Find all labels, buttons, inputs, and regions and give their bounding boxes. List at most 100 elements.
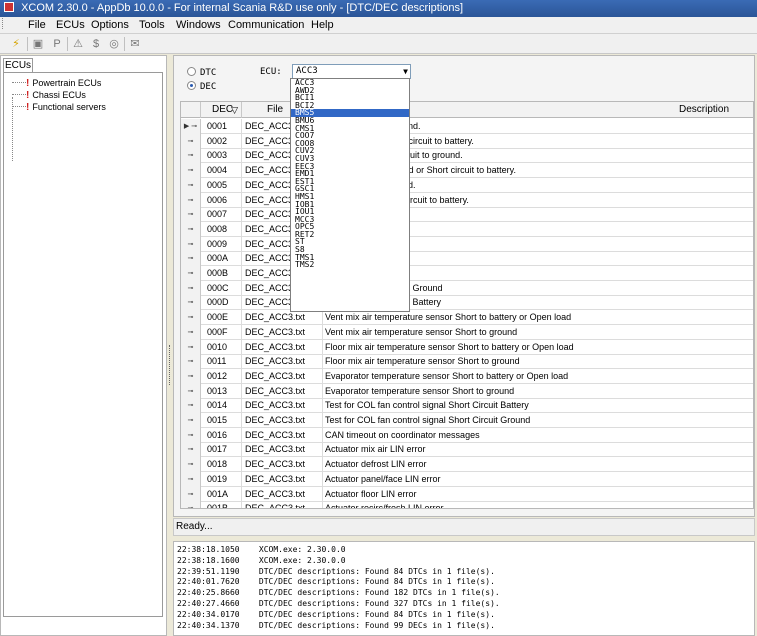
ecu-option[interactable]: GSC1 — [291, 185, 409, 193]
table-row[interactable]: ⊸000CDEC_ACC3.txtol signal Short Circuit… — [181, 280, 753, 296]
tab-ecus[interactable]: ECUs — [3, 58, 33, 72]
row-link-icon[interactable]: ⊸ — [181, 427, 201, 443]
filter-icon[interactable]: ▽ — [231, 102, 238, 118]
ecu-option[interactable]: CMS1 — [291, 125, 409, 133]
table-row[interactable]: ⊸0007DEC_ACC3.txts error. — [181, 207, 753, 223]
row-link-icon[interactable]: ⊸ — [181, 266, 201, 281]
table-row[interactable]: ⊸ 0018 DEC_ACC3.txt Actuator defrost LIN er… — [181, 457, 753, 473]
menu-windows[interactable]: Windows — [176, 18, 221, 33]
ecu-option[interactable]: BMU6 — [291, 117, 409, 125]
row-link-icon[interactable]: ⊸ — [181, 324, 201, 340]
ecu-option[interactable]: EMD1 — [291, 170, 409, 178]
ecu-option[interactable]: RET2 — [291, 231, 409, 239]
ecu-option[interactable]: MCC3 — [291, 216, 409, 224]
table-row[interactable]: ⊸ 0015 DEC_ACC3.txt Test for COL fan contro… — [181, 413, 753, 428]
header-dec[interactable]: DEC ▽ — [202, 102, 242, 118]
menu-help[interactable]: Help — [311, 18, 334, 33]
table-row[interactable]: ⊸ 0014 DEC_ACC3.txt Test for COL fan contro… — [181, 398, 753, 414]
row-link-icon[interactable]: ⊸ — [181, 383, 201, 399]
ecu-option[interactable]: EEC3 — [291, 163, 409, 171]
radio-dtc[interactable]: DTC — [187, 67, 216, 79]
table-row[interactable]: ⊸ 001A DEC_ACC3.txt Actuator floor LIN erro… — [181, 486, 753, 502]
table-row[interactable]: ⊸0009DEC_ACC3.txttemperature fault — [181, 236, 753, 252]
row-link-icon[interactable]: ⊸ — [181, 207, 201, 223]
tree-item-functional-servers[interactable]: ! Functional servers — [12, 101, 106, 114]
table-row[interactable]: ⊸0003DEC_ACC3.txtnalog Input Short circu… — [181, 148, 753, 164]
table-row[interactable]: ⊸ 0011 DEC_ACC3.txt Floor mix air temperatu… — [181, 354, 753, 370]
radio-dec[interactable]: DEC — [187, 81, 216, 93]
row-link-icon[interactable]: ⊸ — [181, 221, 201, 237]
row-link-icon[interactable]: ⊸ — [181, 486, 201, 502]
table-row[interactable]: ⊸000BDEC_ACC3.txtback signal fault — [181, 266, 753, 281]
row-link-icon[interactable]: ⊸ — [181, 310, 201, 326]
row-link-icon[interactable]: ⊸ — [181, 501, 201, 508]
header-description[interactable]: Description — [679, 102, 749, 118]
print-icon[interactable]: P — [50, 37, 64, 51]
ecu-option[interactable]: OPC5 — [291, 223, 409, 231]
menu-ecus[interactable]: ECUs — [56, 18, 85, 33]
ecu-option[interactable]: EST1 — [291, 178, 409, 186]
table-row[interactable]: ⊸ 0019 DEC_ACC3.txt Actuator panel/face LIN… — [181, 471, 753, 487]
row-link-icon[interactable]: ⊸ — [181, 163, 201, 179]
menu-tools[interactable]: Tools — [139, 18, 165, 33]
warning-icon[interactable]: ⚠ — [71, 37, 85, 51]
table-row[interactable]: ⊸0006DEC_ACC3.txtOpen load or Short circ… — [181, 192, 753, 208]
table-row[interactable]: ⊸ 0013 DEC_ACC3.txt Evaporator temperature … — [181, 383, 753, 399]
lightning-icon[interactable]: ⚡ — [9, 37, 23, 51]
ecu-option[interactable]: IOU1 — [291, 208, 409, 216]
menu-options[interactable]: Options — [91, 18, 129, 33]
row-link-icon[interactable]: ⊸ — [181, 339, 201, 355]
ecu-option[interactable]: BCI2 — [291, 102, 409, 110]
row-link-icon[interactable]: ⊸ — [181, 148, 201, 164]
table-row[interactable]: ⊸0002DEC_ACC3.txtt Open load or Short ci… — [181, 133, 753, 149]
save-icon[interactable]: ▣ — [31, 37, 45, 51]
ecu-option[interactable]: COO7 — [291, 132, 409, 140]
ecu-option[interactable]: BMS5 — [291, 109, 409, 117]
row-link-icon[interactable]: ⊸ — [181, 133, 201, 149]
table-row[interactable]: ⊸ 0010 DEC_ACC3.txt Floor mix air temperatu… — [181, 339, 753, 355]
gauge-icon[interactable]: ◎ — [107, 37, 121, 51]
ecu-option[interactable]: CUV2 — [291, 147, 409, 155]
menu-file[interactable]: File — [28, 18, 46, 33]
ecu-option[interactable]: HMS1 — [291, 193, 409, 201]
row-link-icon[interactable]: ⊸ — [181, 413, 201, 428]
ecu-option[interactable]: AWD2 — [291, 87, 409, 95]
row-link-icon[interactable]: ⊸ — [181, 236, 201, 252]
table-row[interactable]: ⊸000ADEC_ACC3.txted fault — [181, 251, 753, 267]
ecu-option[interactable]: CUV3 — [291, 155, 409, 163]
menu-communication[interactable]: Communication — [228, 18, 304, 33]
row-link-icon[interactable]: ⊸ — [181, 192, 201, 208]
row-link-icon[interactable]: ⊸ — [181, 177, 201, 193]
table-row[interactable]: ⊸ 000F DEC_ACC3.txt Vent mix air temperatur… — [181, 324, 753, 340]
row-link-icon[interactable]: ⊸ — [181, 295, 201, 311]
row-link-icon[interactable]: ⊸ — [181, 354, 201, 370]
table-row[interactable]: ▶ ⊸0001DEC_ACC3.txtt Short circuit to gr… — [181, 119, 753, 134]
table-row[interactable]: ⊸0005DEC_ACC3.txtShort circuit to ground… — [181, 177, 753, 193]
ecu-option[interactable]: IOB1 — [291, 201, 409, 209]
ecu-option[interactable]: TMS2 — [291, 261, 409, 269]
row-link-icon[interactable]: ⊸ — [181, 457, 201, 473]
row-link-icon[interactable]: ⊸ — [181, 251, 201, 267]
row-link-icon[interactable]: ⊸ — [181, 368, 201, 384]
ecu-select[interactable]: ACC3 ▼ — [292, 64, 411, 79]
table-row[interactable]: ⊸ 0012 DEC_ACC3.txt Evaporator temperature … — [181, 368, 753, 384]
current-row-arrow-icon[interactable]: ▶ ⊸ — [181, 119, 201, 134]
ecu-option[interactable]: BCI1 — [291, 94, 409, 102]
table-row[interactable]: ⊸ 0017 DEC_ACC3.txt Actuator mix air LIN er… — [181, 442, 753, 458]
row-link-icon[interactable]: ⊸ — [181, 471, 201, 487]
ecu-option[interactable]: ST — [291, 238, 409, 246]
dollar-icon[interactable]: $ — [89, 37, 103, 51]
ecu-option[interactable]: ACC3 — [291, 79, 409, 87]
table-row[interactable]: ⊸ 0016 DEC_ACC3.txt CAN timeout on coordina… — [181, 427, 753, 443]
ecu-option[interactable]: S8 — [291, 246, 409, 254]
row-link-icon[interactable]: ⊸ — [181, 280, 201, 296]
row-link-icon[interactable]: ⊸ — [181, 442, 201, 458]
email-icon[interactable]: ✉ — [128, 37, 142, 51]
row-link-icon[interactable]: ⊸ — [181, 398, 201, 414]
table-row[interactable]: ⊸ 0004 DEC_ACC3.txt nalog Input Open load o… — [181, 163, 753, 179]
table-row[interactable]: ⊸000DDEC_ACC3.txtol signal Short Circuit… — [181, 295, 753, 311]
table-row[interactable]: ⊸ 001B DEC_ACC3.txt Actuator recirc/fresh L… — [181, 501, 753, 508]
table-row[interactable]: ⊸ 000E DEC_ACC3.txt Vent mix air temperatur… — [181, 310, 753, 326]
ecu-option[interactable]: TMS1 — [291, 254, 409, 262]
ecu-option[interactable]: COO8 — [291, 140, 409, 148]
